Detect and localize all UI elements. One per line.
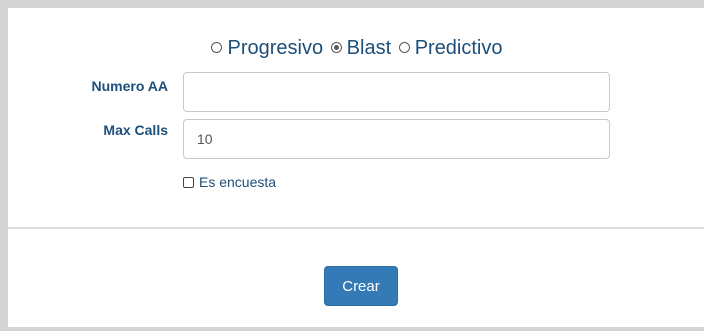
es-encuesta-checkbox-row[interactable]: Es encuesta <box>183 174 276 190</box>
max-calls-label: Max Calls <box>103 122 168 138</box>
es-encuesta-checkbox[interactable] <box>183 176 194 188</box>
numero-aa-input[interactable] <box>183 72 610 112</box>
radio-label-predictivo[interactable]: Predictivo <box>415 36 503 60</box>
radio-progresivo[interactable]: Progresivo <box>209 36 323 60</box>
mode-radio-group: Progresivo Blast Predictivo <box>8 35 704 60</box>
crear-button[interactable]: Crear <box>324 266 398 306</box>
es-encuesta-label[interactable]: Es encuesta <box>199 174 276 190</box>
form-panel: Progresivo Blast Predictivo Numero AA Ma… <box>8 8 704 327</box>
radio-label-progresivo[interactable]: Progresivo <box>227 36 323 60</box>
radio-circle-blast[interactable] <box>330 42 342 53</box>
radio-predictivo[interactable]: Predictivo <box>397 36 503 60</box>
radio-label-blast[interactable]: Blast <box>347 36 391 60</box>
footer-divider <box>8 227 704 229</box>
radio-blast[interactable]: Blast <box>329 36 391 60</box>
radio-circle-progresivo[interactable] <box>211 42 223 53</box>
radio-circle-predictivo[interactable] <box>398 42 410 53</box>
numero-aa-label: Numero AA <box>91 78 169 94</box>
max-calls-input[interactable] <box>183 119 610 159</box>
